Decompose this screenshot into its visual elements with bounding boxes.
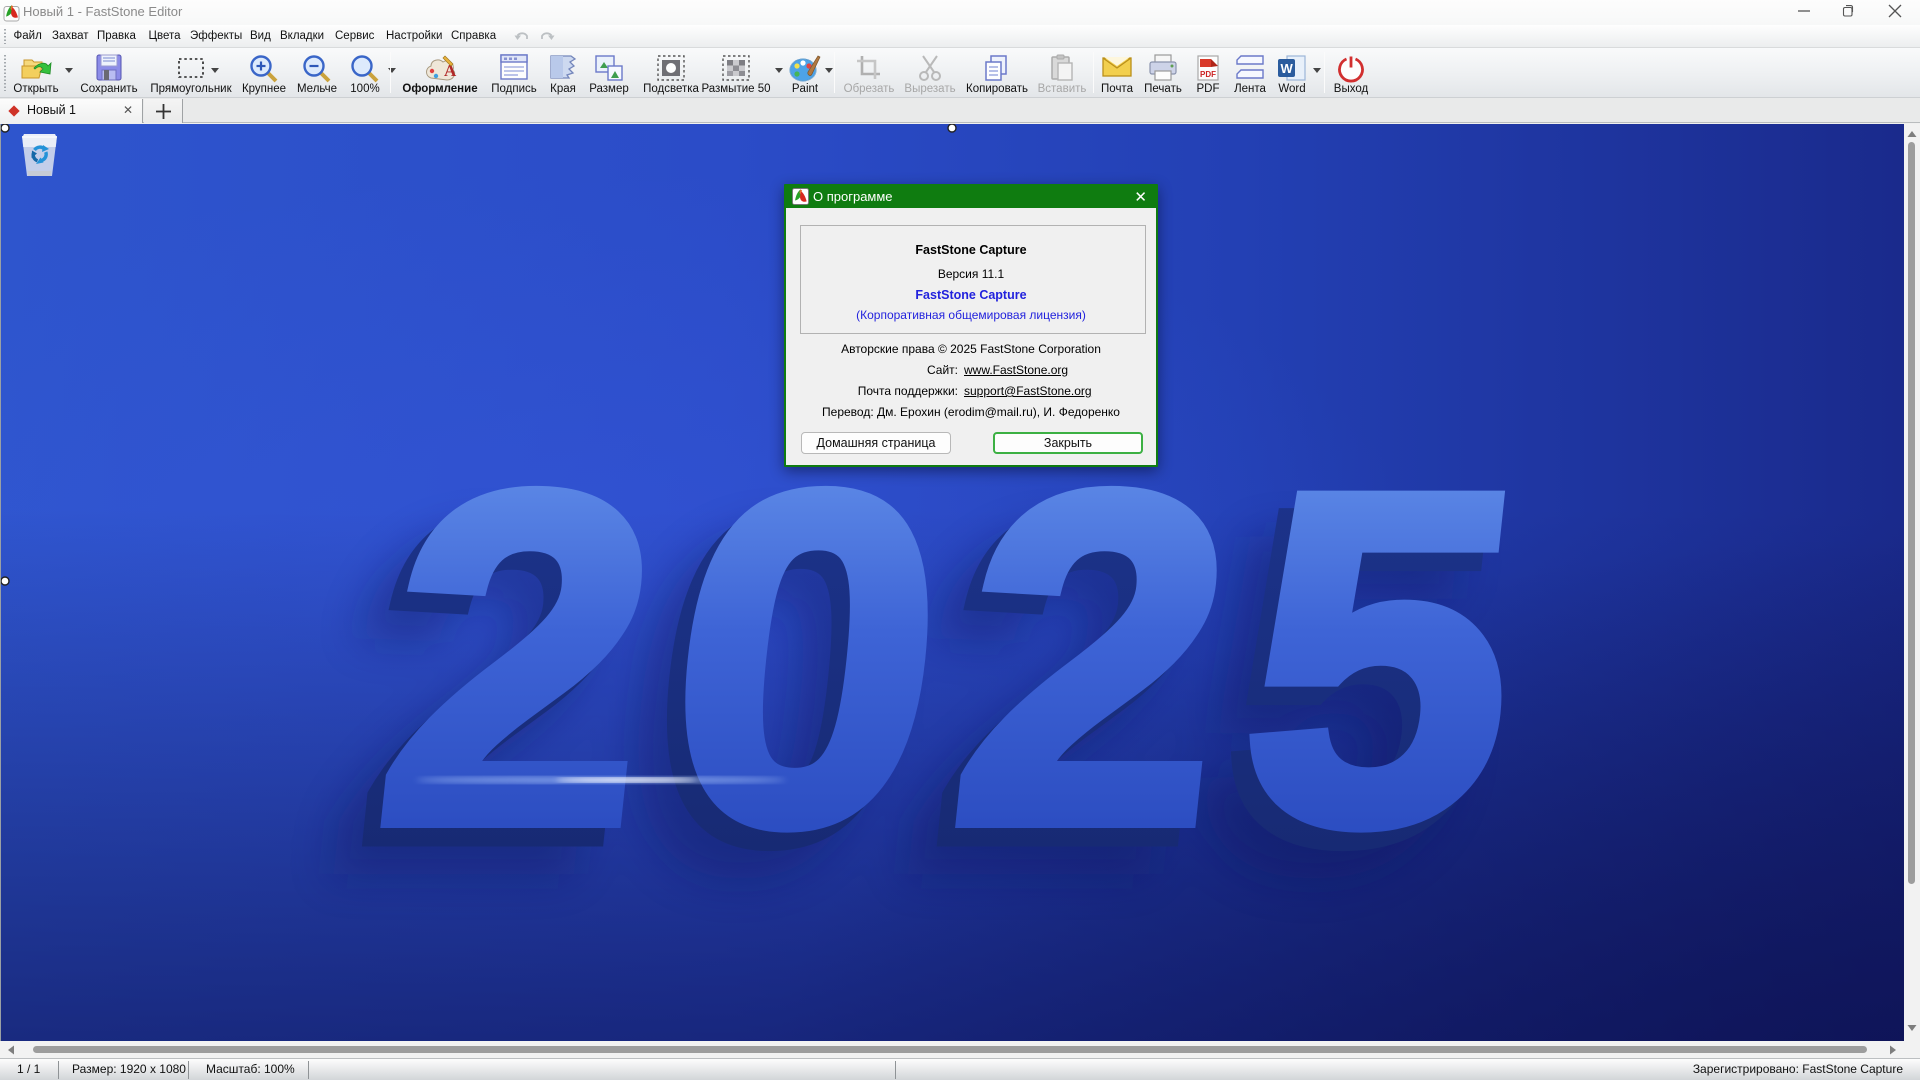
- svg-text:2025: 2025: [361, 395, 1566, 921]
- svg-text:W: W: [1281, 61, 1294, 76]
